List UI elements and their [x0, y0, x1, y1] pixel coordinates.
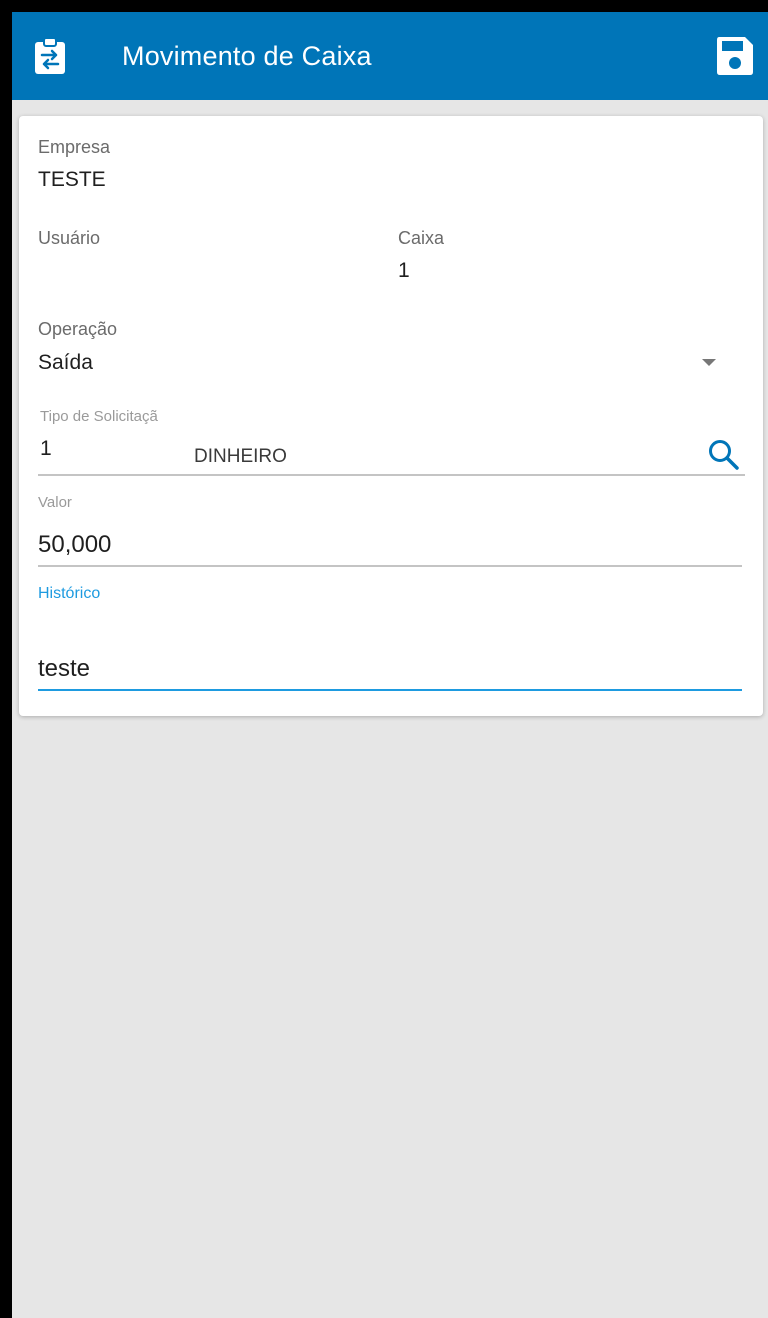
screen: Movimento de Caixa Empresa TESTE Usuário…	[12, 12, 768, 1318]
clipboard-transfer-icon[interactable]	[34, 37, 66, 75]
tipo-solicitacao-code-input[interactable]: 1	[40, 436, 52, 462]
valor-input[interactable]: 50,000	[38, 530, 111, 560]
tipo-solicitacao-label: Tipo de Solicitaçã	[40, 408, 158, 425]
historico-input[interactable]: teste	[38, 654, 90, 684]
caixa-value: 1	[398, 259, 410, 282]
empresa-label: Empresa	[38, 137, 111, 157]
tipo-solicitacao-underline	[38, 474, 745, 476]
valor-label: Valor	[38, 494, 72, 511]
usuario-label: Usuário	[38, 228, 101, 248]
valor-underline	[38, 565, 742, 567]
chevron-down-icon[interactable]	[702, 359, 716, 366]
page-title: Movimento de Caixa	[122, 41, 372, 71]
tipo-solicitacao-description: DINHEIRO	[194, 446, 287, 467]
caixa-label: Caixa	[398, 228, 445, 248]
form-card: Empresa TESTE Usuário Caixa 1 Operação S…	[19, 116, 763, 716]
operacao-label: Operação	[38, 319, 118, 339]
search-icon[interactable]	[707, 438, 741, 472]
save-icon[interactable]	[716, 36, 754, 76]
operacao-select[interactable]: Saída	[38, 350, 93, 376]
historico-label: Histórico	[38, 585, 101, 602]
empresa-value: TESTE	[38, 168, 106, 191]
historico-underline	[38, 689, 742, 691]
app-bar: Movimento de Caixa	[12, 12, 768, 100]
